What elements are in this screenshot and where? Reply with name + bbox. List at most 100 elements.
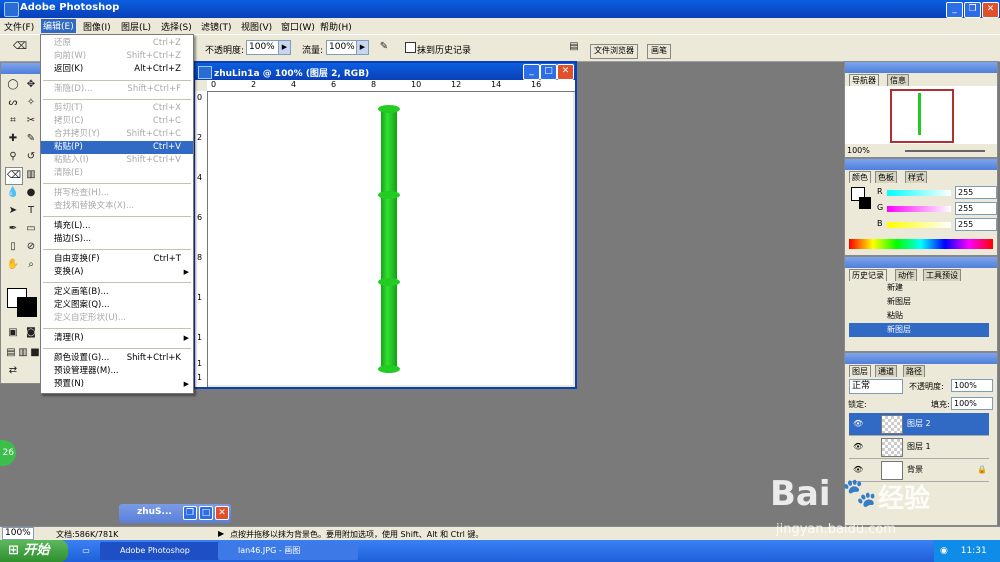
- tab-info[interactable]: 信息: [887, 74, 909, 86]
- tab-actions[interactable]: 动作: [895, 269, 917, 281]
- menu-item-copy[interactable]: 拷贝(C) Ctrl+C: [41, 115, 193, 128]
- taskbar-item-paint[interactable]: lan46.JPG - 画图: [218, 542, 358, 560]
- tab-swatches[interactable]: 色板: [875, 171, 897, 183]
- tab-file-browser[interactable]: 文件浏览器: [590, 44, 638, 59]
- magic-wand-icon[interactable]: ✧: [23, 95, 39, 111]
- minimized-document[interactable]: zhuS... ❐ □ ✕: [119, 504, 231, 523]
- menu-help[interactable]: 帮助(H): [320, 20, 352, 33]
- fill-input[interactable]: 100%: [951, 397, 993, 410]
- visibility-eye-icon[interactable]: 👁: [853, 436, 863, 458]
- layer-row-active[interactable]: 👁 图层 2: [849, 413, 989, 436]
- mini-restore-button[interactable]: ❐: [183, 506, 197, 520]
- tab-tool-presets[interactable]: 工具预设: [923, 269, 961, 281]
- layer-row[interactable]: 👁 图层 1: [849, 436, 989, 459]
- blur-tool-icon[interactable]: 💧: [5, 185, 21, 201]
- menu-item-define-pattern[interactable]: 定义图案(Q)...: [41, 299, 193, 312]
- document-canvas[interactable]: [208, 92, 573, 385]
- path-select-icon[interactable]: ➤: [5, 203, 21, 219]
- g-value[interactable]: 255: [955, 202, 997, 215]
- tab-layers[interactable]: 图层: [849, 365, 871, 377]
- history-item-active[interactable]: 新图层: [849, 323, 989, 337]
- menu-item-preset-manager[interactable]: 预设管理器(M)...: [41, 365, 193, 378]
- type-tool-icon[interactable]: T: [23, 203, 39, 219]
- menu-view[interactable]: 视图(V): [241, 20, 272, 33]
- flow-arrow-icon[interactable]: ▶: [356, 40, 369, 55]
- view-box[interactable]: [890, 89, 954, 143]
- minimize-button[interactable]: _: [946, 2, 963, 18]
- menu-item-fade[interactable]: 渐隐(D)... Shift+Ctrl+F: [41, 83, 193, 96]
- menu-item-purge[interactable]: 清理(R) ▶: [41, 332, 193, 345]
- menu-item-clear[interactable]: 清除(E): [41, 167, 193, 180]
- menu-item-transform[interactable]: 变换(A) ▶: [41, 266, 193, 279]
- move-tool-icon[interactable]: ✥: [23, 77, 39, 93]
- shape-tool-icon[interactable]: ▭: [23, 221, 39, 237]
- history-item[interactable]: 新建: [849, 281, 989, 295]
- layer-opacity-input[interactable]: 100%: [951, 379, 993, 392]
- eraser-tool-preset-icon[interactable]: ⌫: [12, 39, 28, 55]
- standard-mode-icon[interactable]: ▣: [5, 325, 21, 341]
- jump-to-imageready-icon[interactable]: ⇄: [5, 363, 21, 379]
- zoom-slider[interactable]: [905, 150, 985, 152]
- erase-to-history-checkbox[interactable]: [405, 42, 416, 53]
- marquee-tool-icon[interactable]: ◯: [5, 77, 21, 93]
- menu-item-color-settings[interactable]: 颜色设置(G)... Shift+Ctrl+K: [41, 352, 193, 365]
- start-button[interactable]: ⊞ 开始: [0, 540, 68, 562]
- show-desktop-icon[interactable]: ▭: [76, 542, 96, 560]
- r-value[interactable]: 255: [955, 186, 997, 199]
- menu-edit[interactable]: 编辑(E): [41, 19, 76, 33]
- menu-image[interactable]: 图像(I): [83, 20, 111, 33]
- doc-close-button[interactable]: ✕: [557, 64, 574, 80]
- zoom-tool-icon[interactable]: ⌕: [23, 257, 39, 273]
- tab-styles[interactable]: 样式: [905, 171, 927, 183]
- color-ramp[interactable]: [849, 239, 993, 249]
- pen-tool-icon[interactable]: ✒: [5, 221, 21, 237]
- visibility-eye-icon[interactable]: 👁: [853, 413, 863, 435]
- mini-maximize-button[interactable]: □: [199, 506, 213, 520]
- menu-window[interactable]: 窗口(W): [281, 20, 315, 33]
- quick-mask-icon[interactable]: ◙: [23, 325, 39, 341]
- opacity-arrow-icon[interactable]: ▶: [278, 40, 291, 55]
- menu-item-define-custom-shape[interactable]: 定义自定形状(U)...: [41, 312, 193, 325]
- tab-history[interactable]: 历史记录: [849, 269, 887, 281]
- navigator-zoom[interactable]: 100%: [847, 146, 870, 155]
- taskbar-item-photoshop[interactable]: Adobe Photoshop: [100, 542, 230, 560]
- menu-item-paste[interactable]: 粘贴(P) Ctrl+V: [41, 141, 193, 154]
- menu-filter[interactable]: 滤镜(T): [201, 20, 232, 33]
- tab-navigator[interactable]: 导航器: [849, 74, 879, 86]
- eyedropper-icon[interactable]: ⊘: [23, 239, 39, 255]
- menu-item-copy-merged[interactable]: 合并拷贝(Y) Shift+Ctrl+C: [41, 128, 193, 141]
- crop-tool-icon[interactable]: ⌗: [5, 113, 21, 129]
- g-slider[interactable]: [887, 206, 951, 212]
- dodge-tool-icon[interactable]: ●: [23, 185, 39, 201]
- menu-item-cut[interactable]: 剪切(T) Ctrl+X: [41, 102, 193, 115]
- restore-button[interactable]: ❐: [964, 2, 981, 18]
- menu-item-fill[interactable]: 填充(L)...: [41, 220, 193, 233]
- menu-item-step-forward[interactable]: 向前(W) Shift+Ctrl+Z: [41, 50, 193, 63]
- gradient-tool-icon[interactable]: ▥: [23, 167, 39, 183]
- notes-tool-icon[interactable]: ▯: [5, 239, 21, 255]
- background-color-swatch[interactable]: [17, 297, 37, 317]
- tab-channels[interactable]: 通道: [875, 365, 897, 377]
- menu-item-undo[interactable]: 还原 Ctrl+Z: [41, 37, 193, 50]
- hand-tool-icon[interactable]: ✋: [5, 257, 21, 273]
- opacity-input[interactable]: 100%: [246, 40, 280, 55]
- status-zoom[interactable]: 100%: [2, 527, 34, 540]
- flow-input[interactable]: 100%: [326, 40, 358, 55]
- menu-layer[interactable]: 图层(L): [121, 20, 151, 33]
- b-value[interactable]: 255: [955, 218, 997, 231]
- brush-tool-icon[interactable]: ✎: [23, 131, 39, 147]
- menu-item-define-brush[interactable]: 定义画笔(B)...: [41, 286, 193, 299]
- tab-color[interactable]: 颜色: [849, 171, 871, 183]
- doc-maximize-button[interactable]: □: [540, 64, 557, 80]
- mini-close-button[interactable]: ✕: [215, 506, 229, 520]
- tab-brushes[interactable]: 画笔: [647, 44, 671, 59]
- tab-paths[interactable]: 路径: [903, 365, 925, 377]
- eraser-tool-icon[interactable]: ⌫: [5, 167, 23, 185]
- lasso-tool-icon[interactable]: ᔕ: [5, 95, 21, 111]
- menu-item-find-replace[interactable]: 查找和替换文本(X)...: [41, 200, 193, 213]
- clone-stamp-icon[interactable]: ⚲: [5, 149, 21, 165]
- bg-color-swatch[interactable]: [859, 197, 871, 209]
- menu-item-free-transform[interactable]: 自由变换(F) Ctrl+T: [41, 253, 193, 266]
- airbrush-icon[interactable]: ✎: [376, 39, 392, 55]
- menu-item-step-backward[interactable]: 返回(K) Alt+Ctrl+Z: [41, 63, 193, 76]
